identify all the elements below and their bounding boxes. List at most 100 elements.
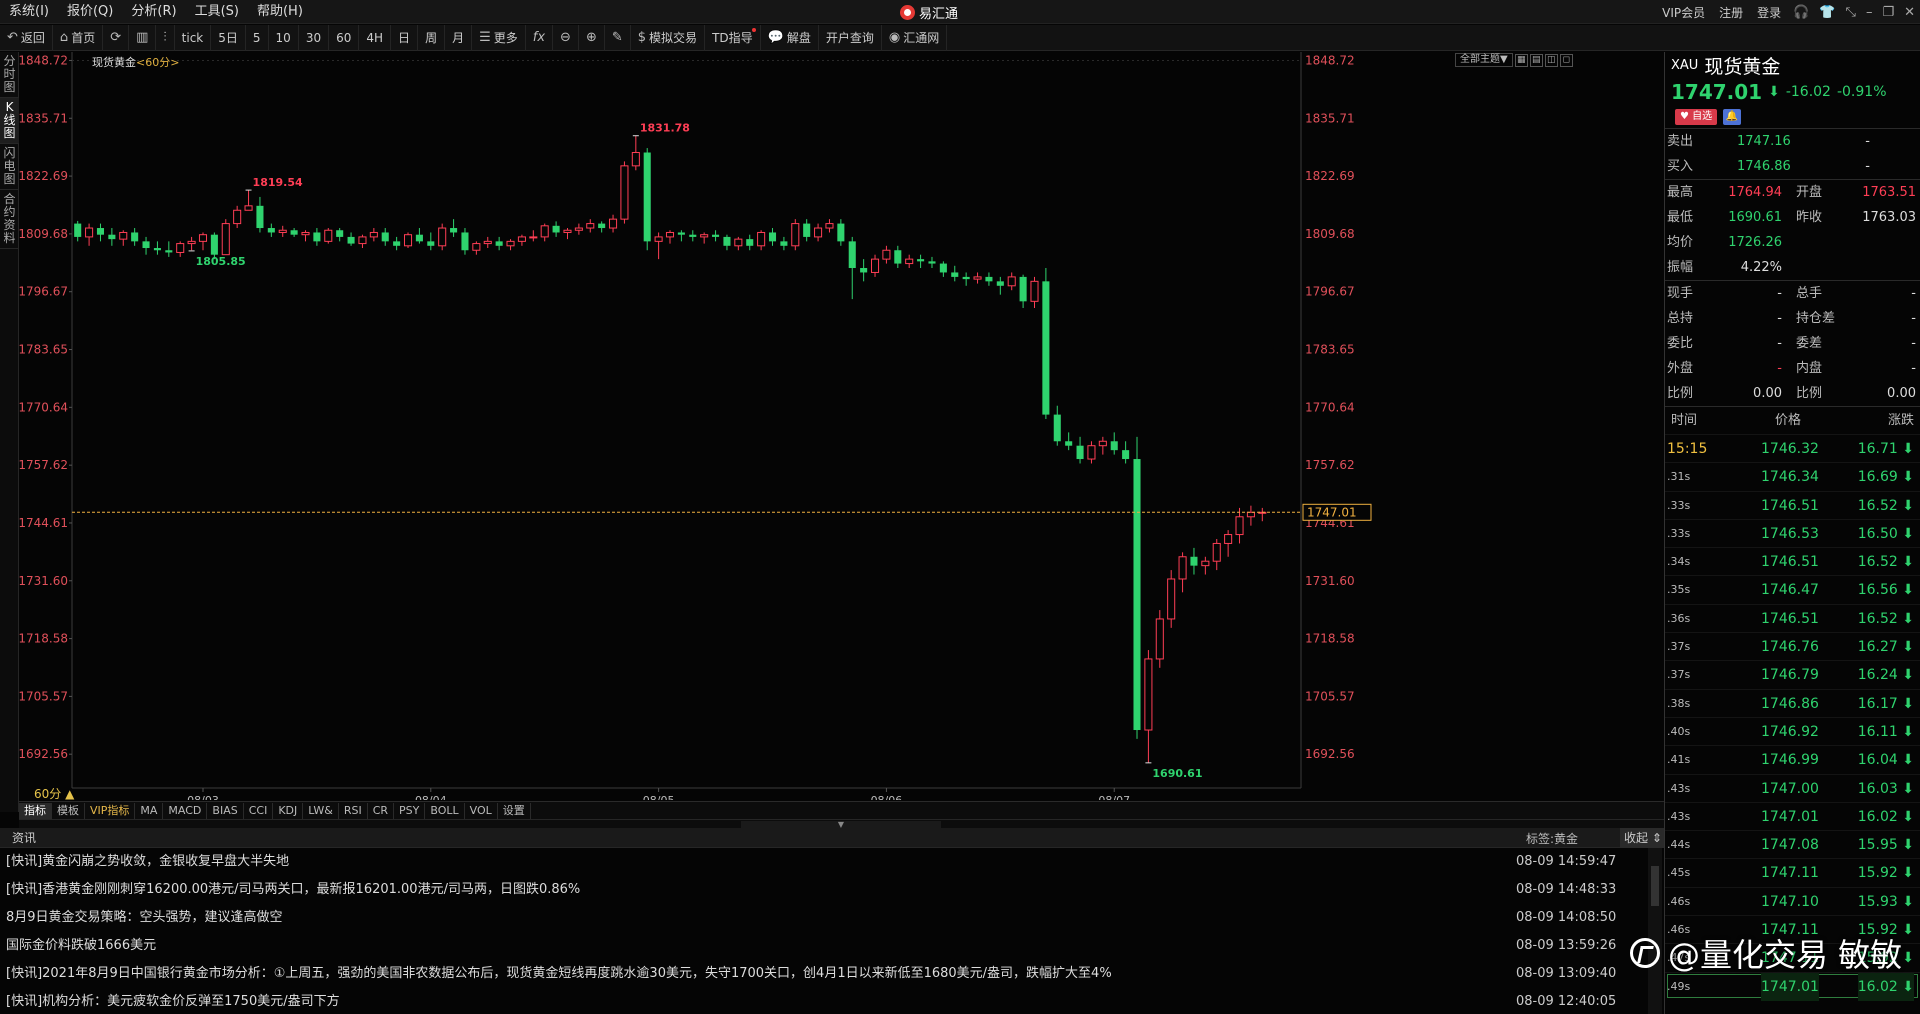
ind-cci[interactable]: CCI [244,802,274,819]
news-item[interactable]: [快讯]机构分析：美元疲软金价反弹至1750美元/盎司下方 08-09 12:40… [0,988,1664,1014]
ind-settings[interactable]: 设置 [498,802,531,819]
tick-price: 1747.11 [1761,865,1819,882]
candle-body [165,250,173,253]
news-scrollbar-thumb[interactable] [1651,866,1659,906]
close-icon[interactable]: ✕ [1899,5,1920,20]
jiepan-button[interactable]: 💬 解盘 [761,24,819,51]
vol-value-2: - [1911,361,1916,376]
panel-splitter[interactable]: ▼ [19,819,1664,829]
ind-rsi[interactable]: RSI [339,802,368,819]
splitter-grip-icon[interactable]: ▼ [741,821,941,829]
y-tick-label-right: 1770.64 [1305,400,1355,414]
ask-label: 卖出 [1667,134,1694,149]
candle-body [1178,556,1187,580]
tab-contract[interactable]: 合约资料 [0,190,19,249]
period-month[interactable]: 月 [445,24,473,51]
tick-button[interactable]: tick [175,24,212,51]
huitong-button[interactable]: ◉ 汇通网 [882,24,948,51]
tab-kline[interactable]: K线图 [0,98,19,144]
tick-time: .41s [1667,753,1691,767]
td-guide-button[interactable]: TD指导 [705,24,761,51]
shrink-icon[interactable]: ⤡ [1841,5,1861,20]
candle-button[interactable]: ⫶ [156,24,175,51]
menu-analysis[interactable]: 分析(R) [122,0,185,24]
news-item[interactable]: 8月9日黄金交易策略：空头强势，建议逢高做空 08-09 14:08:50 [0,904,1664,932]
ind-bias[interactable]: BIAS [207,802,244,819]
period-week[interactable]: 周 [418,24,446,51]
minimize-icon[interactable]: – [1861,5,1878,20]
tick-price: 1747.10 [1761,893,1819,910]
candle-body [1019,276,1027,302]
tick-time: .49s [1667,979,1691,993]
timeshare-button[interactable]: ▥ [129,24,157,51]
headset-icon[interactable]: 🎧 [1788,5,1814,20]
menu-system[interactable]: 系统(I) [0,0,58,24]
period-4h[interactable]: 4H [359,24,392,51]
ind-boll[interactable]: BOLL [425,802,465,819]
ind-kdj[interactable]: KDJ [273,802,304,819]
news-tag-filter[interactable]: 标签:黄金 [1526,830,1578,847]
ind-vol[interactable]: VOL [465,802,498,819]
ind-zhibiao[interactable]: 指标 [19,802,52,819]
news-fold-button[interactable]: 收起 ⇕ [1620,828,1664,848]
open-account-button[interactable]: 开户查询 [819,24,882,51]
news-item[interactable]: [快讯]香港黄金刚刚刺穿16200.00港元/司马两关口，最新报16201.00… [0,876,1664,904]
tick-list[interactable]: 15:15 1746.32 16.71 ⬇ .31s 1746.34 16.69 ⬇ .33… [1665,434,1920,1001]
restore-icon[interactable]: ❐ [1877,5,1899,20]
ask-extra: - [1865,134,1870,149]
register-link[interactable]: 注册 [1712,4,1750,21]
sim-trade-button[interactable]: $ 模拟交易 [631,24,706,51]
tab-timeshare[interactable]: 分时图 [0,52,19,98]
formula-button[interactable]: fx [526,24,554,51]
menu-tools[interactable]: 工具(S) [186,0,248,24]
alert-bell-icon[interactable]: 🔔 [1723,109,1742,125]
ind-cr[interactable]: CR [368,802,395,819]
period-selector[interactable]: 60分 ▲ [34,785,74,802]
ind-macd[interactable]: MACD [163,802,208,819]
tick-time: .45s [1667,866,1691,880]
stat-label: 振幅 [1667,260,1694,275]
kline-chart[interactable]: 1848.72 1835.71 1822.69 1809.68 1796.67 1783.… [19,52,1664,800]
menu-quote[interactable]: 报价(Q) [58,0,122,24]
ind-lwr[interactable]: LW& [303,802,339,819]
zoom-in-button[interactable]: ⊕ [579,24,605,51]
tab-flash[interactable]: 闪电图 [0,144,19,190]
vip-link[interactable]: VIP会员 [1655,4,1712,21]
ind-psy[interactable]: PSY [394,802,426,819]
period-5[interactable]: 5 [246,24,269,51]
ind-vip[interactable]: VIP指标 [85,802,136,819]
maximize-icon[interactable]: ◻ [1559,53,1573,67]
ind-template[interactable]: 模板 [52,802,85,819]
candle-body [1190,556,1198,566]
zoom-out-button[interactable]: ⊖ [553,24,579,51]
back-button[interactable]: ↶ 返回 [0,24,53,51]
candle-body [313,232,321,242]
shirt-icon[interactable]: 👕 [1814,5,1840,20]
news-item[interactable]: [快讯]黄金闪崩之势收敛，金银收复早盘大半失地 08-09 14:59:47 [0,848,1664,876]
period-10[interactable]: 10 [269,24,299,51]
news-item[interactable]: [快讯]2021年8月9日中国银行黄金市场分析：①上周五，强劲的美国非农数据公布… [0,960,1664,988]
candle-body [267,228,275,233]
draw-button[interactable]: ✎ [605,24,631,51]
candle-body [746,239,754,246]
period-60[interactable]: 60 [329,24,360,51]
y-tick-label-left: 1757.62 [19,458,68,472]
news-item[interactable]: 国际金价料跌破1666美元 08-09 13:59:26 [0,932,1664,960]
menu-help[interactable]: 帮助(H) [248,0,312,24]
theme-dropdown[interactable]: 全部主题▼ [1455,53,1513,67]
grid-icon[interactable]: ▤ [1529,53,1543,67]
more-button[interactable]: ☰ 更多 [472,24,526,51]
refresh-button[interactable]: ⟳ [103,24,130,51]
login-link[interactable]: 登录 [1750,4,1788,21]
favorite-button[interactable]: ♥ 自选 [1675,109,1718,125]
layout-icon[interactable]: ▦ [1514,53,1528,67]
home-button[interactable]: ⌂ 首页 [53,24,104,51]
period-day[interactable]: 日 [391,24,419,51]
x-tick-label: 08/04 [415,794,447,800]
ind-ma[interactable]: MA [135,802,164,819]
kline-chart-panel[interactable]: 1848.72 1835.71 1822.69 1809.68 1796.67 1783.… [19,52,1664,810]
period-5day[interactable]: 5日 [211,24,246,51]
news-item-time: 08-09 14:08:50 [1516,910,1617,925]
period-30[interactable]: 30 [299,24,330,51]
split-icon[interactable]: ◫ [1544,53,1558,67]
